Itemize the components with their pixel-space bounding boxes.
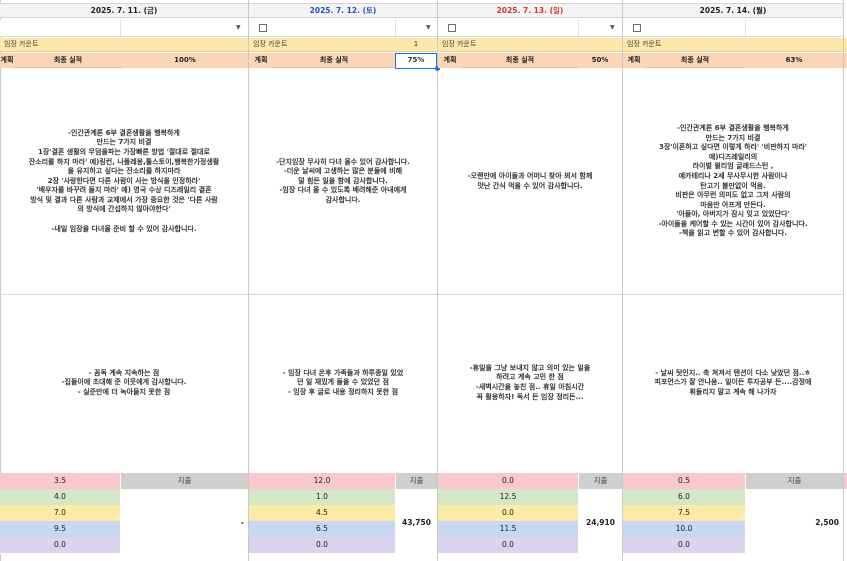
cell-divider: [395, 20, 396, 36]
value-cell[interactable]: 4.5: [249, 505, 395, 522]
value-cell[interactable]: 0.0: [438, 505, 578, 522]
value-cell[interactable]: 4.0: [0, 489, 120, 506]
date-header: 2025. 7. 13. (일): [438, 3, 622, 18]
count-label: 임장 카운트: [623, 38, 843, 52]
date-header: 2025. 7. 12. (토): [249, 3, 437, 18]
perf-label: 최종 실적: [14, 53, 122, 68]
expense-label: 지출: [396, 473, 437, 489]
value-cell[interactable]: 7.5: [623, 505, 745, 522]
value-cell[interactable]: 0.5: [623, 473, 745, 490]
checkbox-icon[interactable]: [633, 24, 641, 32]
perf-percent[interactable]: 100%: [122, 53, 248, 68]
date-header: 2025. 7. 14. (월): [623, 3, 843, 18]
perf-label: 최종 실적: [645, 53, 745, 68]
perf-percent[interactable]: 63%: [745, 53, 843, 68]
expense-value[interactable]: 43,750: [396, 489, 437, 555]
count-label: 임장 카운트: [438, 38, 622, 52]
checkbox-icon[interactable]: [448, 24, 456, 32]
gratitude-note[interactable]: -오랜만에 아이들과 어머니 찾아 뵈서 함께 맛난 간식 먹을 수 있어 감사…: [438, 69, 622, 294]
plan-label: 계획: [0, 53, 15, 68]
value-cell[interactable]: 12.0: [249, 473, 395, 490]
cell-divider: [578, 20, 579, 36]
plan-label: 계획: [438, 53, 463, 68]
day-column-0714: 2025. 7. 14. (월) 임장 카운트 계획 최종 실적 63% -인간…: [623, 0, 843, 561]
checkbox-icon[interactable]: [259, 24, 267, 32]
value-cell[interactable]: 9.5: [0, 521, 120, 538]
value-cell[interactable]: 11.5: [438, 521, 578, 538]
perf-percent[interactable]: 50%: [578, 53, 622, 68]
review-note[interactable]: - 날씨 탓인지.. 축 쳐져서 텐션이 다소 낮았던 점..ㅎ 피포먼스가 잘…: [623, 295, 843, 471]
chevron-down-icon[interactable]: ▼: [236, 24, 241, 31]
value-cell[interactable]: 7.0: [0, 505, 120, 522]
value-cell[interactable]: 6.5: [249, 521, 395, 538]
perf-label: 최종 실적: [273, 53, 395, 68]
dropdown-row[interactable]: ▼: [0, 20, 248, 37]
cell-divider: [120, 20, 121, 36]
review-note[interactable]: - 임장 다녀 온후 가족들과 하루종일 있었 던 일 재밌게 들을 수 있었던…: [249, 295, 437, 471]
plan-label: 계획: [623, 53, 646, 68]
count-value[interactable]: 1: [395, 38, 437, 52]
expense-value[interactable]: 2,500: [746, 489, 843, 555]
expense-label: 지출: [746, 473, 843, 489]
value-cell[interactable]: 0.0: [249, 537, 395, 554]
day-column-0712: 2025. 7. 12. (토) ▼ 임장 카운트 1 계획 최종 실적 75%…: [249, 0, 440, 561]
review-note[interactable]: -휴일을 그냥 보내지 않고 의미 있는 일을 하려고 계속 고민 한 점 -새…: [438, 295, 622, 471]
dropdown-row[interactable]: [623, 20, 843, 37]
value-cell[interactable]: 0.0: [438, 473, 578, 490]
perf-label: 최종 실적: [462, 53, 578, 68]
expense-label: 지출: [121, 473, 248, 489]
chevron-down-icon[interactable]: ▼: [610, 24, 615, 31]
value-cell[interactable]: 10.0: [623, 521, 745, 538]
gratitude-note[interactable]: -인간관계론 6부 결혼생활을 행복하게 만드는 7가지 비결 3장'이혼하고 …: [623, 69, 843, 294]
dropdown-row[interactable]: ▼: [438, 20, 622, 37]
plan-label: 계획: [249, 53, 274, 68]
expense-label: 지출: [579, 473, 622, 489]
gratitude-note[interactable]: -단지임장 무사히 다녀 올수 있어 감사합니다. -더운 날씨에 고생하는 많…: [249, 69, 437, 294]
value-cell[interactable]: 6.0: [623, 489, 745, 506]
cell-divider: [745, 20, 746, 36]
value-cell[interactable]: 0.0: [0, 537, 120, 554]
value-cell[interactable]: 0.0: [438, 537, 578, 554]
selected-cell-border: [395, 53, 437, 69]
expense-value[interactable]: 24,910: [579, 489, 622, 555]
value-cell[interactable]: 12.5: [438, 489, 578, 506]
day-column-0713: 2025. 7. 13. (일) ▼ 임장 카운트 계획 최종 실적 50% -…: [438, 0, 622, 561]
count-label: 임장 카운트: [0, 38, 248, 52]
day-column-0711: 2025. 7. 11. (금) ▼ 임장 카운트 계획 최종 실적 100% …: [0, 0, 248, 561]
date-header: 2025. 7. 11. (금): [0, 3, 248, 18]
chevron-down-icon[interactable]: ▼: [426, 24, 431, 31]
gratitude-note[interactable]: -인간관계론 6부 결혼생활을 행복하게 만드는 7가지 비결 1장'결혼 생활…: [0, 69, 248, 294]
value-cell[interactable]: 1.0: [249, 489, 395, 506]
value-cell[interactable]: 3.5: [0, 473, 120, 490]
dropdown-row[interactable]: ▼: [249, 20, 437, 37]
review-note[interactable]: - 꼼독 계속 지속하는 점 -집들이에 초대해 준 이웃에게 감사합니다. -…: [0, 295, 248, 471]
value-cell[interactable]: 0.0: [623, 537, 745, 554]
expense-value[interactable]: -: [121, 489, 248, 555]
